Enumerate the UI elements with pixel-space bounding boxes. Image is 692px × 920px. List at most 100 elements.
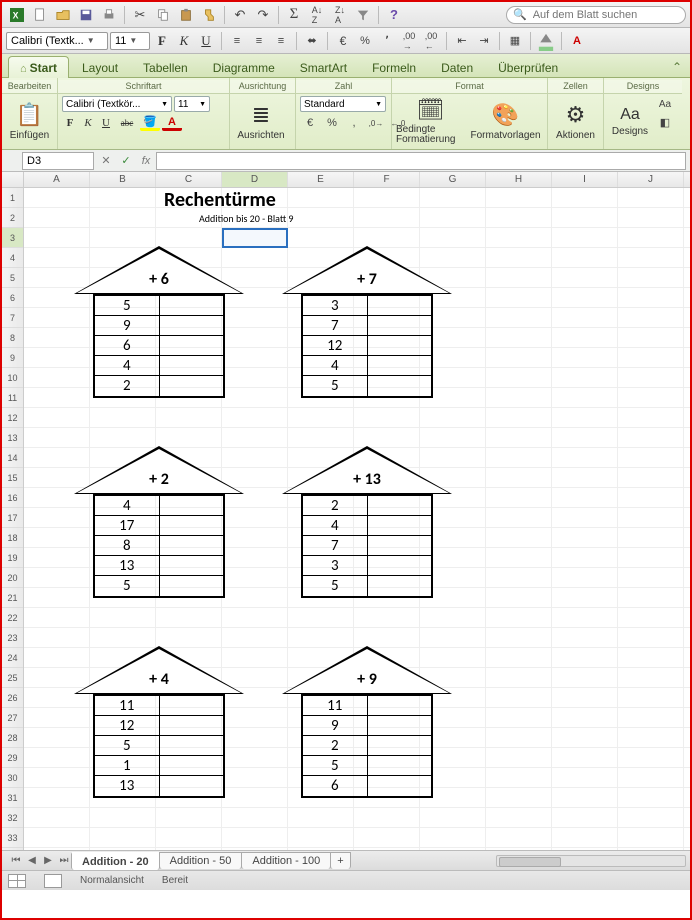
ribbon-font-color[interactable]: A [162,115,182,131]
tab-layout[interactable]: Layout [70,56,130,78]
col-header-J[interactable]: J [618,172,684,187]
row-header-14[interactable]: 14 [2,448,23,468]
row-header-4[interactable]: 4 [2,248,23,268]
row-header-22[interactable]: 22 [2,608,23,628]
tower-answer[interactable] [368,316,432,335]
tower-answer[interactable] [368,336,432,355]
ribbon-collapse-icon[interactable]: ⌃ [664,57,690,77]
percent-btn[interactable]: % [322,115,342,131]
theme-color-btn[interactable]: ◧ [655,114,675,130]
cancel-formula-icon[interactable]: ✕ [96,154,116,167]
col-header-A[interactable]: A [24,172,90,187]
tab-nav-last-icon[interactable]: ⏭ [56,855,72,866]
percent-icon[interactable]: % [355,33,375,49]
page-view-icon[interactable] [44,874,62,888]
dec-inc-btn[interactable]: ,0→ [366,115,386,131]
normal-view-icon[interactable] [8,874,26,888]
sort-az-icon[interactable]: A↓Z [306,5,328,25]
ribbon-strike[interactable]: abc [116,115,138,131]
open-icon[interactable] [52,5,74,25]
print-icon[interactable] [98,5,120,25]
theme-font-btn[interactable]: Aa [655,96,675,112]
save-icon[interactable] [75,5,97,25]
help-icon[interactable]: ? [383,5,405,25]
tower-answer[interactable] [368,356,432,375]
align-button[interactable]: ≣ Ausrichten [234,96,288,146]
tab-tabellen[interactable]: Tabellen [131,56,200,78]
tower-answer[interactable] [160,716,224,735]
tower-answer[interactable] [160,536,224,555]
row-header-24[interactable]: 24 [2,648,23,668]
row-header-16[interactable]: 16 [2,488,23,508]
number-format-combo[interactable]: Standard▼ [300,96,386,112]
inc-decimal-icon[interactable]: ,00→ [399,33,419,49]
row-header-27[interactable]: 27 [2,708,23,728]
row-header-25[interactable]: 25 [2,668,23,688]
tower-answer[interactable] [368,756,432,775]
copy-icon[interactable] [152,5,174,25]
row-header-31[interactable]: 31 [2,788,23,808]
row-header-7[interactable]: 7 [2,308,23,328]
fill-color-icon[interactable] [536,33,556,49]
tower-answer[interactable] [368,556,432,575]
conditional-format-button[interactable]: 🗓 Bedingte Formatierung [396,96,465,146]
sheet-tab-2[interactable]: Addition - 100 [241,852,331,869]
ribbon-italic[interactable]: K [80,115,96,131]
row-header-3[interactable]: 3 [2,228,23,248]
search-box[interactable]: 🔍 [506,6,686,24]
name-box[interactable]: D3 [22,152,94,170]
tower-answer[interactable] [160,296,224,315]
add-sheet-button[interactable]: + [330,852,350,869]
tower-answer[interactable] [160,336,224,355]
tower-answer[interactable] [368,296,432,315]
tab-start[interactable]: ⌂Start [8,56,69,78]
bold-button[interactable]: F [152,32,172,50]
font-name-combo[interactable]: Calibri (Textk... ▼ [6,32,108,50]
col-header-D[interactable]: D [222,172,288,187]
currency-icon[interactable]: € [333,33,353,49]
dec-decimal-icon[interactable]: ,00← [421,33,441,49]
autosum-icon[interactable]: Σ [283,5,305,25]
themes-button[interactable]: Aa Designs [608,96,652,146]
tower-answer[interactable] [160,756,224,775]
row-header-5[interactable]: 5 [2,268,23,288]
tower-answer[interactable] [368,496,432,515]
italic-button[interactable]: K [174,32,194,50]
tower-answer[interactable] [368,536,432,555]
row-header-33[interactable]: 33 [2,828,23,848]
col-header-H[interactable]: H [486,172,552,187]
tower-answer[interactable] [160,776,224,796]
sheet-tab-1[interactable]: Addition - 50 [159,852,243,869]
tower-answer[interactable] [368,516,432,535]
row-header-28[interactable]: 28 [2,728,23,748]
tab-ueberpruefen[interactable]: Überprüfen [486,56,570,78]
cell-styles-button[interactable]: 🎨 Formatvorlagen [468,96,543,146]
align-center-icon[interactable]: ≡ [249,33,269,49]
font-color-icon[interactable]: A [567,33,587,49]
row-header-30[interactable]: 30 [2,768,23,788]
col-header-F[interactable]: F [354,172,420,187]
redo-icon[interactable]: ↷ [252,5,274,25]
row-header-10[interactable]: 10 [2,368,23,388]
sheet-tab-0[interactable]: Addition - 20 [71,852,160,870]
accept-formula-icon[interactable]: ✓ [116,154,136,167]
indent-dec-icon[interactable]: ⇤ [452,33,472,49]
tab-smartart[interactable]: SmartArt [288,56,359,78]
tower-answer[interactable] [160,556,224,575]
tower-answer[interactable] [368,776,432,796]
tower-answer[interactable] [160,576,224,596]
ribbon-size-combo[interactable]: 11▼ [174,96,210,112]
row-header-9[interactable]: 9 [2,348,23,368]
indent-inc-icon[interactable]: ⇥ [474,33,494,49]
row-header-26[interactable]: 26 [2,688,23,708]
actions-button[interactable]: ⚙ Aktionen [552,96,599,146]
col-header-G[interactable]: G [420,172,486,187]
row-header-1[interactable]: 1 [2,188,23,208]
underline-button[interactable]: U [196,32,216,50]
fx-icon[interactable]: fx [136,155,156,167]
row-header-20[interactable]: 20 [2,568,23,588]
tower-answer[interactable] [160,316,224,335]
row-header-29[interactable]: 29 [2,748,23,768]
tower-answer[interactable] [368,696,432,715]
row-header-17[interactable]: 17 [2,508,23,528]
